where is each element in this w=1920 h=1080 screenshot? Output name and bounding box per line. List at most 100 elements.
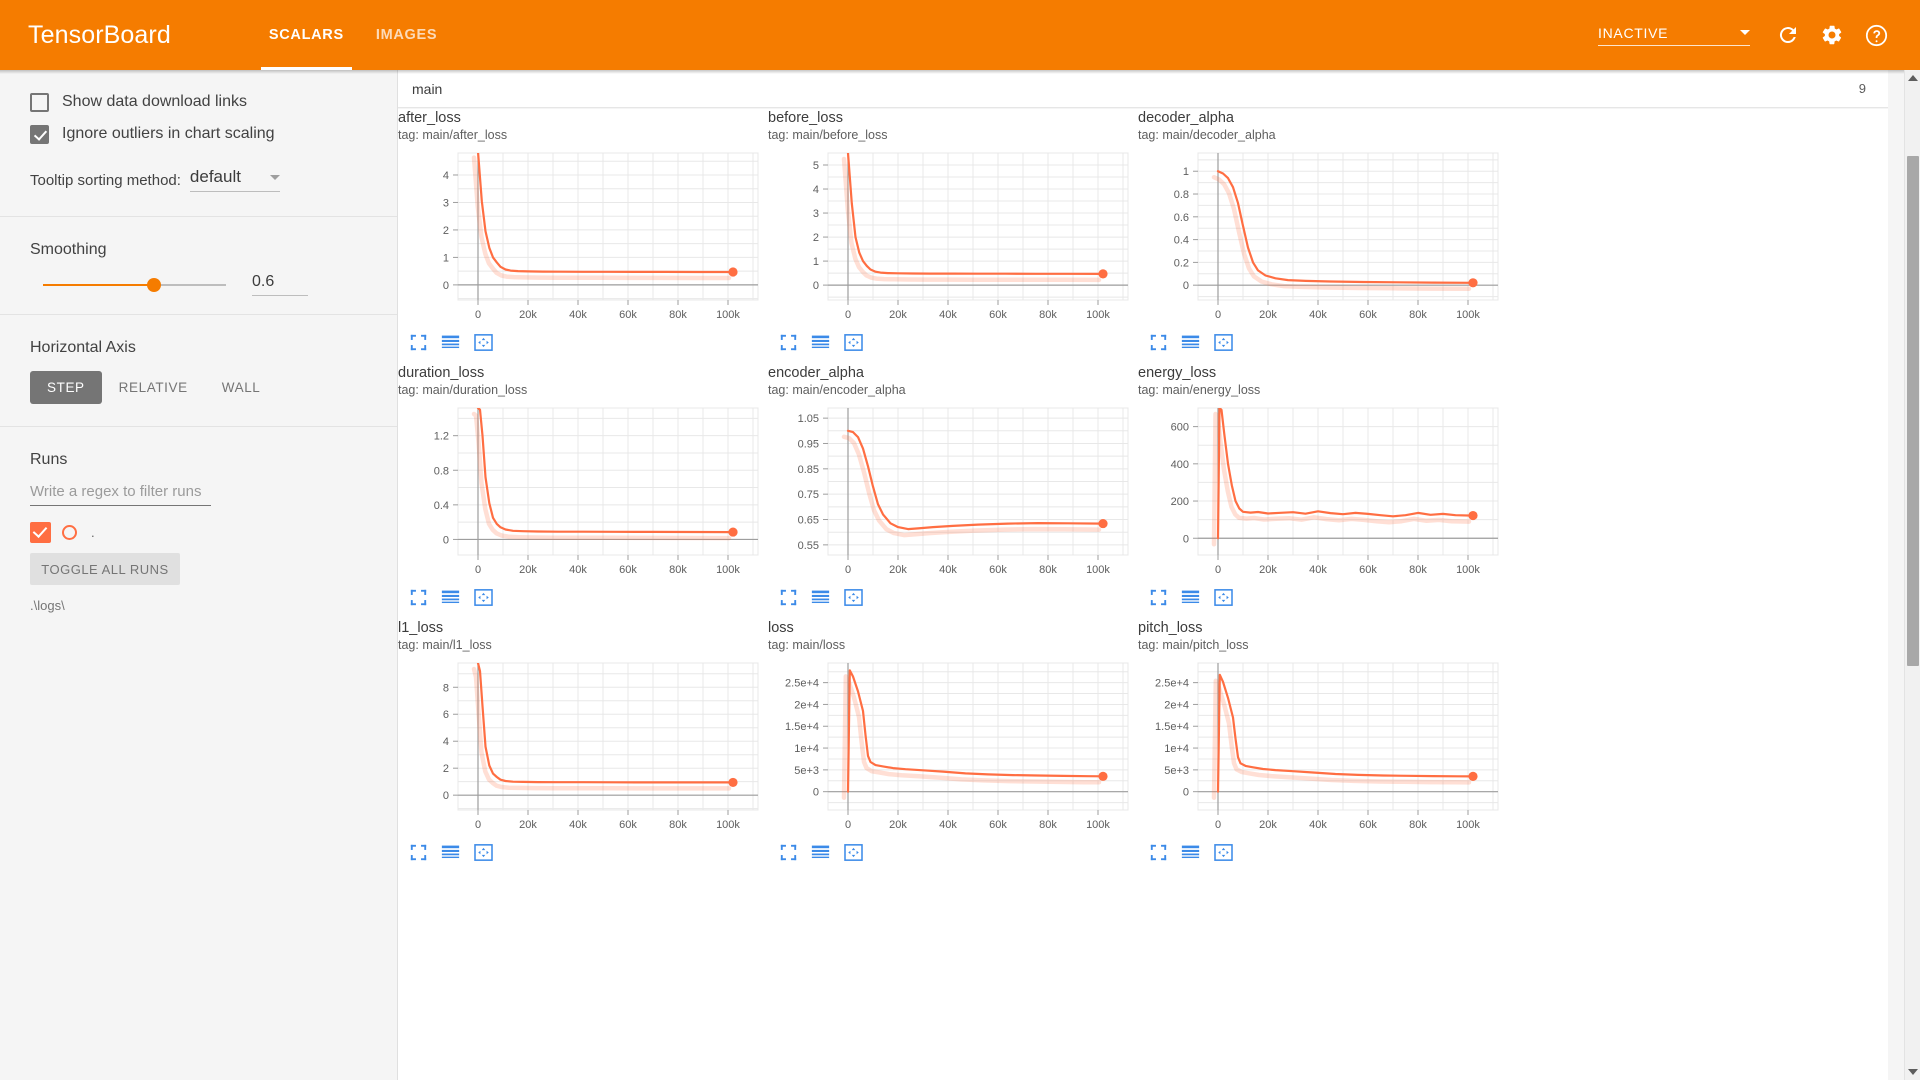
svg-text:400: 400 bbox=[1171, 459, 1189, 471]
data-table-icon[interactable] bbox=[811, 589, 830, 606]
checkbox-download-links[interactable] bbox=[30, 93, 49, 112]
svg-text:0: 0 bbox=[813, 787, 819, 799]
data-table-icon[interactable] bbox=[441, 334, 460, 351]
tab-images[interactable]: IMAGES bbox=[360, 0, 453, 70]
svg-text:0: 0 bbox=[1215, 309, 1221, 321]
toggle-ignore-outliers[interactable]: Ignore outliers in chart scaling bbox=[30, 118, 367, 150]
tooltip-sorting-select[interactable]: default bbox=[190, 167, 280, 192]
svg-text:1: 1 bbox=[813, 256, 819, 268]
axis-option-relative[interactable]: RELATIVE bbox=[102, 371, 205, 404]
chart-actions bbox=[398, 334, 770, 351]
reset-zoom-icon[interactable] bbox=[474, 334, 493, 351]
scroll-down-arrow-icon[interactable] bbox=[1908, 1069, 1918, 1075]
expand-chart-icon[interactable] bbox=[410, 844, 427, 861]
reset-zoom-icon[interactable] bbox=[844, 334, 863, 351]
data-table-icon[interactable] bbox=[1181, 334, 1200, 351]
smoothing-slider-fill bbox=[43, 284, 155, 286]
scrollbar-thumb[interactable] bbox=[1907, 156, 1919, 666]
reset-zoom-icon[interactable] bbox=[1214, 589, 1233, 606]
chart-actions bbox=[768, 844, 1140, 861]
chart-card: encoder_alphatag: main/encoder_alpha0.55… bbox=[768, 364, 1140, 619]
chevron-down-icon bbox=[270, 175, 280, 180]
svg-text:0.55: 0.55 bbox=[798, 540, 819, 552]
chart-plot[interactable]: 00.20.40.60.81020k40k60k80k100k bbox=[1138, 147, 1510, 332]
svg-text:100k: 100k bbox=[1456, 309, 1480, 321]
svg-text:3: 3 bbox=[443, 197, 449, 209]
data-table-icon[interactable] bbox=[1181, 589, 1200, 606]
svg-text:2: 2 bbox=[443, 763, 449, 775]
checkbox-ignore-outliers[interactable] bbox=[30, 125, 49, 144]
toggle-download-links[interactable]: Show data download links bbox=[30, 86, 367, 118]
reset-zoom-icon[interactable] bbox=[1214, 844, 1233, 861]
data-table-icon[interactable] bbox=[811, 844, 830, 861]
chart-plot[interactable]: 012345020k40k60k80k100k bbox=[768, 147, 1140, 332]
toggle-all-runs-button[interactable]: TOGGLE ALL RUNS bbox=[30, 553, 180, 585]
svg-text:80k: 80k bbox=[669, 564, 687, 576]
expand-chart-icon[interactable] bbox=[780, 844, 797, 861]
data-table-icon[interactable] bbox=[811, 334, 830, 351]
reload-mode-select[interactable]: INACTIVE bbox=[1598, 25, 1750, 46]
axis-option-step[interactable]: STEP bbox=[30, 371, 102, 404]
run-group-title: main bbox=[412, 81, 442, 97]
chart-plot[interactable]: 00.40.81.2020k40k60k80k100k bbox=[398, 402, 770, 587]
chart-tag: tag: main/after_loss bbox=[398, 127, 770, 144]
svg-text:0: 0 bbox=[443, 280, 449, 292]
chart-plot[interactable]: 02468020k40k60k80k100k bbox=[398, 657, 770, 842]
svg-text:0: 0 bbox=[475, 819, 481, 831]
data-table-icon[interactable] bbox=[1181, 844, 1200, 861]
smoothing-slider-thumb[interactable] bbox=[147, 278, 161, 292]
svg-text:40k: 40k bbox=[569, 819, 587, 831]
smoothing-value[interactable]: 0.6 bbox=[252, 273, 308, 296]
svg-text:0: 0 bbox=[1215, 819, 1221, 831]
reset-zoom-icon[interactable] bbox=[844, 589, 863, 606]
expand-chart-icon[interactable] bbox=[780, 589, 797, 606]
tab-scalars[interactable]: SCALARS bbox=[253, 0, 360, 70]
expand-chart-icon[interactable] bbox=[1150, 334, 1167, 351]
svg-text:100k: 100k bbox=[1086, 309, 1110, 321]
run-checkbox[interactable] bbox=[30, 522, 51, 543]
data-table-icon[interactable] bbox=[441, 589, 460, 606]
chart-plot[interactable]: 05e+31e+41.5e+42e+42.5e+4020k40k60k80k10… bbox=[1138, 657, 1510, 842]
help-button[interactable] bbox=[1854, 13, 1898, 57]
app-bar: TensorBoard SCALARS IMAGES INACTIVE bbox=[0, 0, 1920, 70]
reset-zoom-icon[interactable] bbox=[844, 844, 863, 861]
reset-zoom-icon[interactable] bbox=[1214, 334, 1233, 351]
app-bar-actions: INACTIVE bbox=[1598, 13, 1898, 57]
reset-zoom-icon[interactable] bbox=[474, 844, 493, 861]
svg-text:0.65: 0.65 bbox=[798, 515, 819, 527]
reset-zoom-icon[interactable] bbox=[474, 589, 493, 606]
axis-option-wall[interactable]: WALL bbox=[205, 371, 278, 404]
expand-chart-icon[interactable] bbox=[410, 334, 427, 351]
run-color-indicator bbox=[62, 525, 77, 540]
svg-text:2: 2 bbox=[813, 232, 819, 244]
run-group-header[interactable]: main 9 bbox=[398, 70, 1888, 108]
expand-chart-icon[interactable] bbox=[780, 334, 797, 351]
svg-text:0: 0 bbox=[1215, 564, 1221, 576]
chart-plot[interactable]: 05e+31e+41.5e+42e+42.5e+4020k40k60k80k10… bbox=[768, 657, 1140, 842]
scroll-up-arrow-icon[interactable] bbox=[1908, 75, 1918, 81]
expand-chart-icon[interactable] bbox=[1150, 589, 1167, 606]
chart-plot[interactable]: 0200400600020k40k60k80k100k bbox=[1138, 402, 1510, 587]
expand-chart-icon[interactable] bbox=[410, 589, 427, 606]
data-table-icon[interactable] bbox=[441, 844, 460, 861]
divider bbox=[0, 216, 397, 217]
expand-chart-icon[interactable] bbox=[1150, 844, 1167, 861]
settings-button[interactable] bbox=[1810, 13, 1854, 57]
svg-text:40k: 40k bbox=[1309, 564, 1327, 576]
smoothing-slider[interactable] bbox=[43, 284, 226, 286]
refresh-button[interactable] bbox=[1766, 13, 1810, 57]
chart-card: before_losstag: main/before_loss01234502… bbox=[768, 109, 1140, 364]
svg-text:20k: 20k bbox=[889, 564, 907, 576]
svg-text:100k: 100k bbox=[716, 309, 740, 321]
label-download-links: Show data download links bbox=[62, 93, 247, 111]
run-item[interactable]: . bbox=[30, 519, 367, 545]
chart-plot[interactable]: 01234020k40k60k80k100k bbox=[398, 147, 770, 332]
svg-text:20k: 20k bbox=[1259, 309, 1277, 321]
svg-text:80k: 80k bbox=[1039, 819, 1057, 831]
svg-text:100k: 100k bbox=[1086, 819, 1110, 831]
runs-filter-input[interactable] bbox=[30, 483, 211, 506]
chart-tag: tag: main/pitch_loss bbox=[1138, 637, 1510, 654]
chart-plot[interactable]: 0.550.650.750.850.951.05020k40k60k80k100… bbox=[768, 402, 1140, 587]
vertical-scrollbar[interactable] bbox=[1904, 70, 1920, 1080]
svg-text:200: 200 bbox=[1171, 496, 1189, 508]
